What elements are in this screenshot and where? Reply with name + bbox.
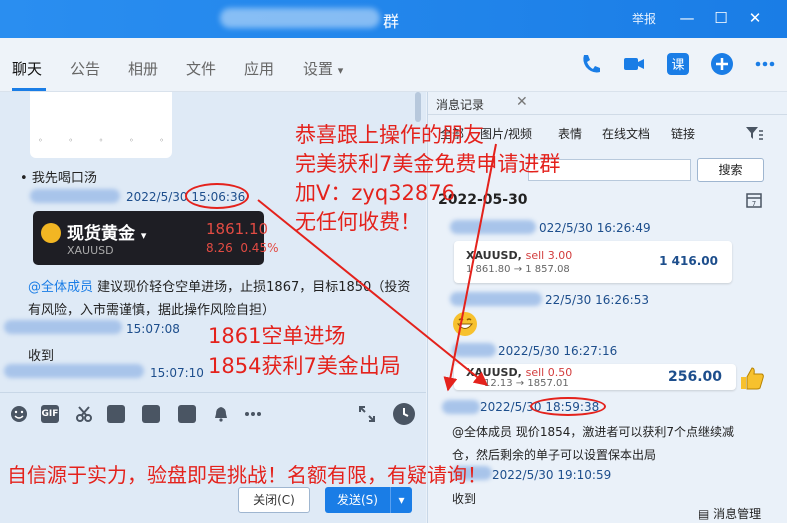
promo-line: 1861空单进场 [208, 324, 346, 348]
promo-overlay-top: 恭喜跟上操作的朋友 完美获利7美金免费申请进群 加V：zyq32876 无任何收… [295, 121, 560, 237]
annotation-arrows [257, 143, 497, 392]
promo-line: 恭喜跟上操作的朋友 [295, 123, 484, 147]
promo-overlay-mid: 1861空单进场 1854获利7美金出局 [208, 321, 401, 381]
highlight-ellipse [530, 397, 606, 416]
promo-line: 加V：zyq32876 [295, 181, 455, 205]
promo-line: 无任何收费！ [295, 210, 421, 234]
promo-line: 1854获利7美金出局 [208, 354, 401, 378]
promo-line: 完美获利7美金免费申请进群 [295, 152, 561, 176]
promo-overlay-bottom: 自信源于实力，验盘即是挑战！名额有限，有疑请询！ [7, 463, 487, 487]
highlight-ellipse [185, 183, 249, 209]
